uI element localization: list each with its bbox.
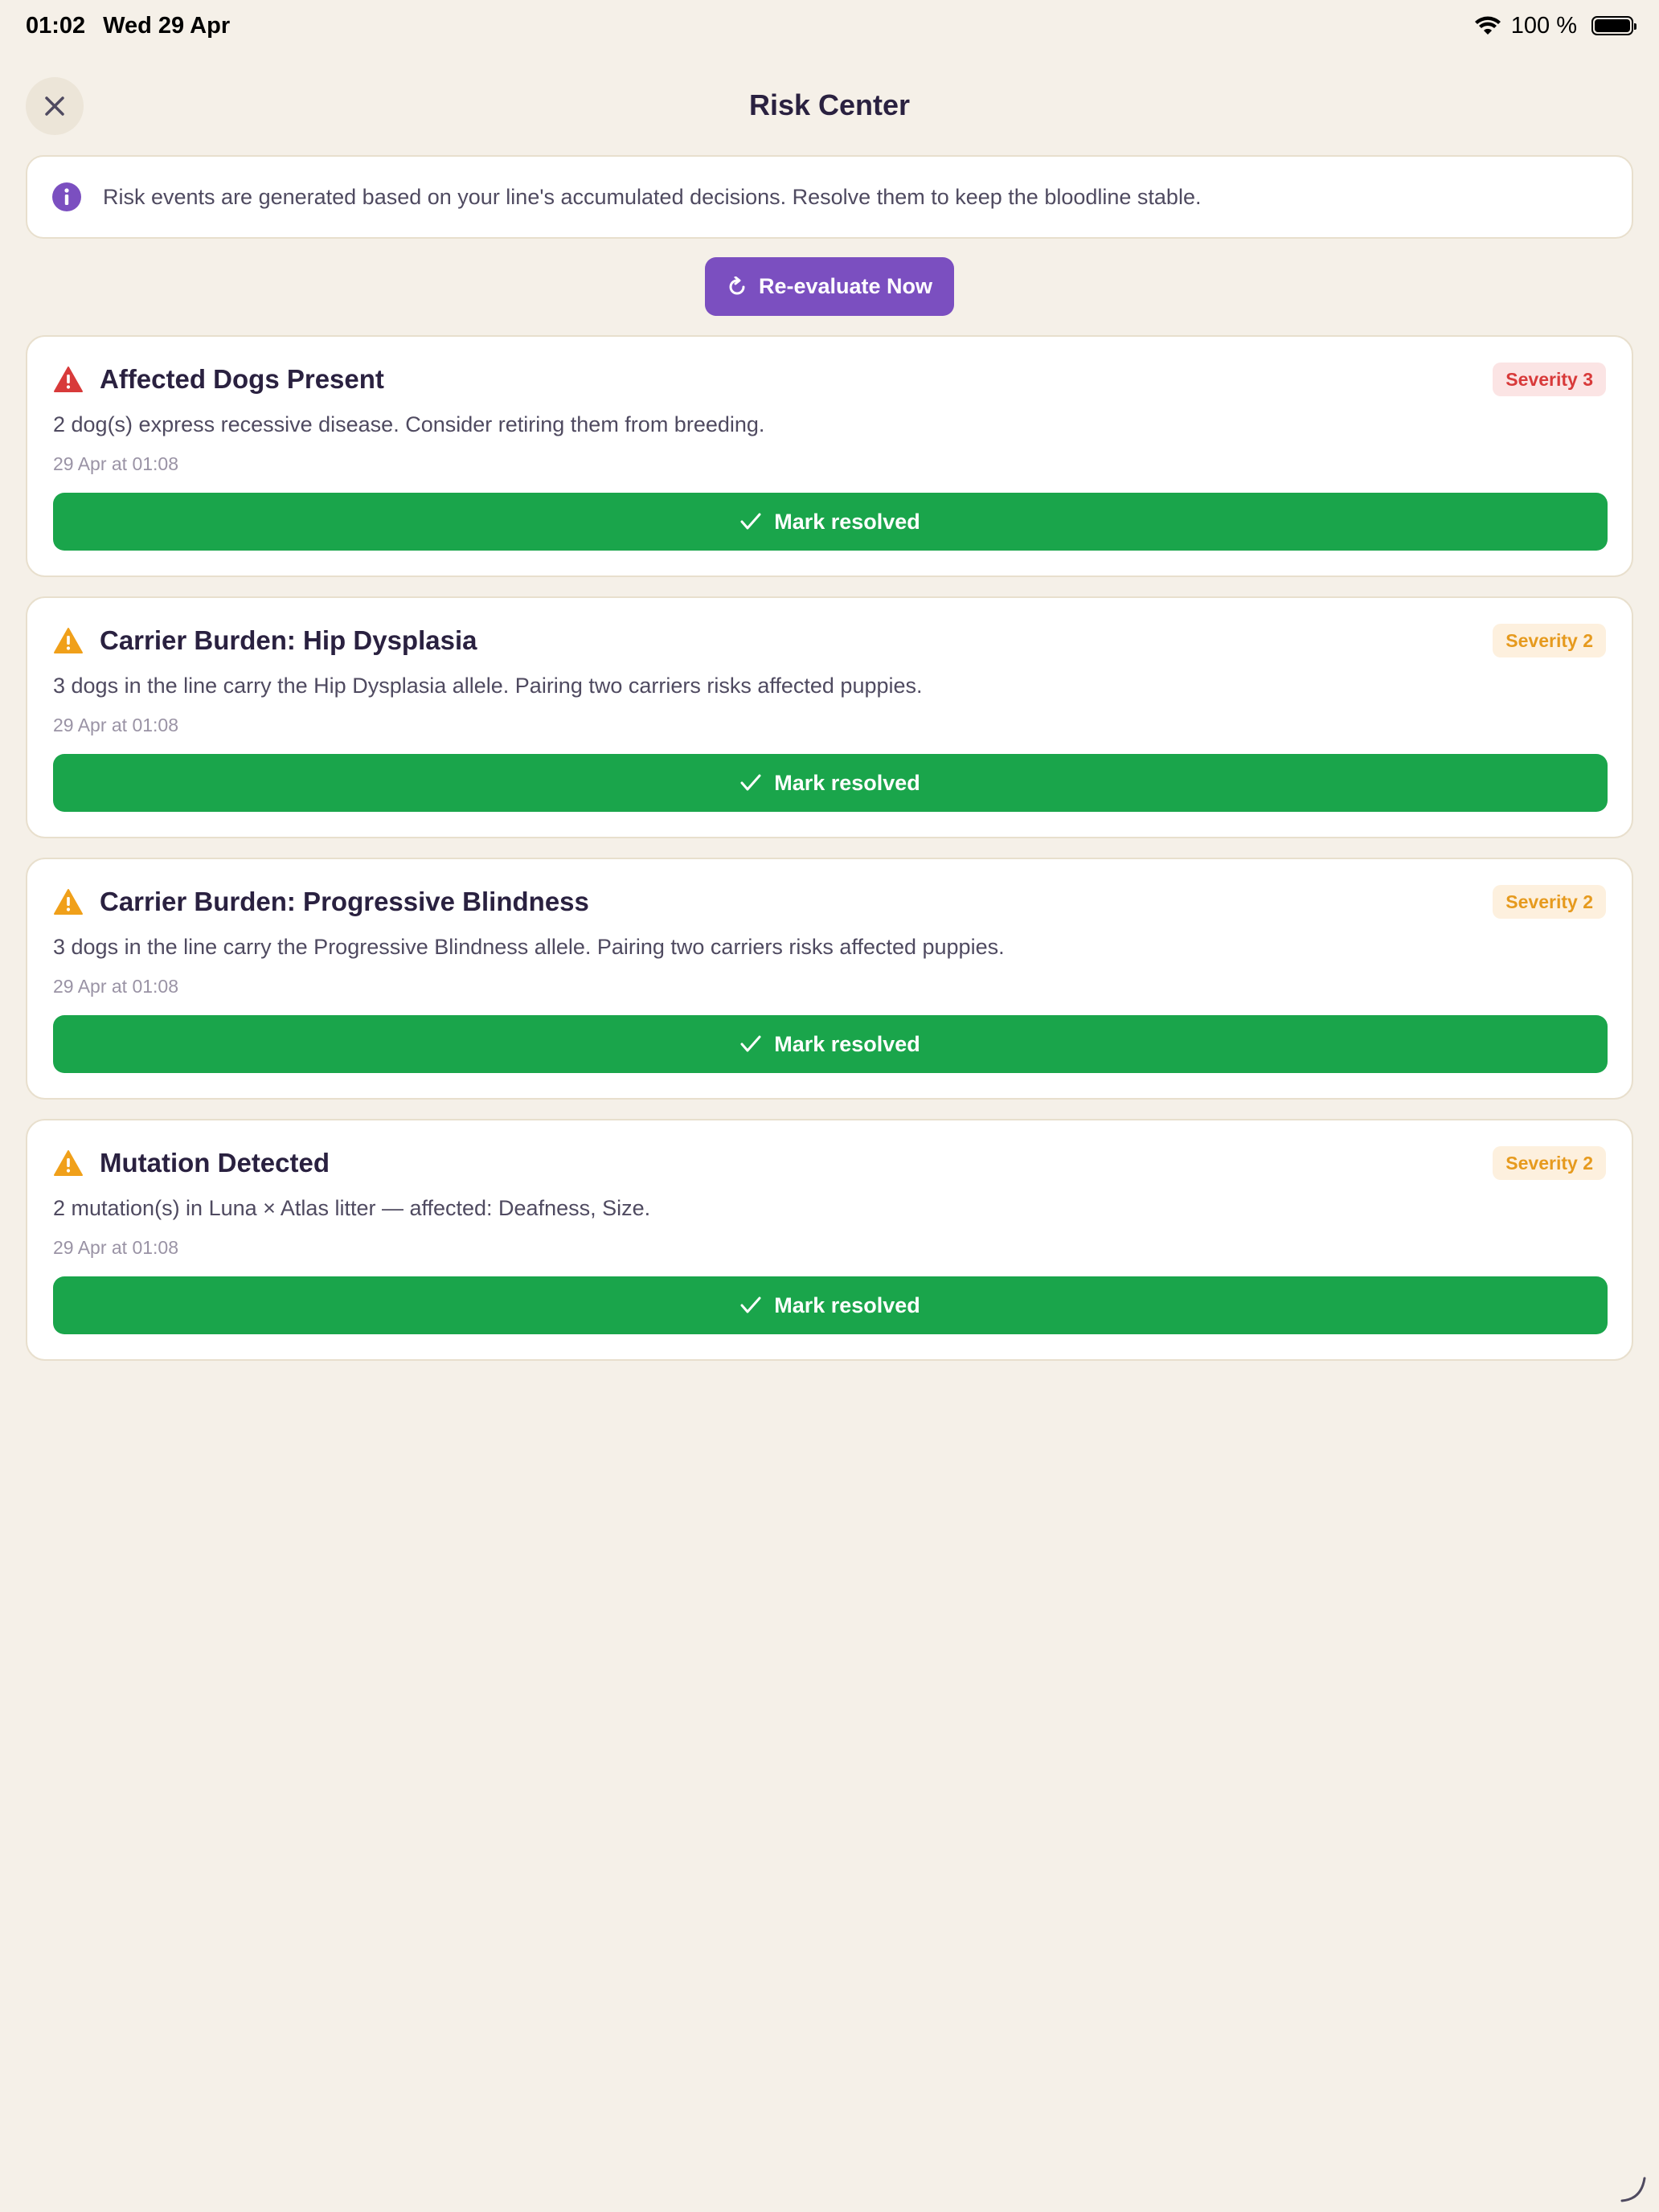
severity-badge: Severity 3 <box>1493 363 1606 396</box>
mark-resolved-button[interactable]: Mark resolved <box>53 754 1608 812</box>
severity-badge: Severity 2 <box>1493 885 1606 919</box>
mark-resolved-button[interactable]: Mark resolved <box>53 1015 1608 1073</box>
mark-resolved-label: Mark resolved <box>774 1292 920 1317</box>
event-description: 2 mutation(s) in Luna × Atlas litter — a… <box>53 1196 651 1220</box>
mark-resolved-button[interactable]: Mark resolved <box>53 493 1608 551</box>
event-description: 3 dogs in the line carry the Hip Dysplas… <box>53 674 923 698</box>
mark-resolved-label: Mark resolved <box>774 1031 920 1056</box>
mark-resolved-label: Mark resolved <box>774 770 920 795</box>
warning-triangle-icon <box>54 1150 83 1176</box>
wifi-icon <box>1474 16 1501 35</box>
checkmark-icon <box>740 774 761 791</box>
risk-event-card: Mutation Detected Severity 2 2 mutation(… <box>26 1119 1633 1361</box>
checkmark-icon <box>740 513 761 530</box>
severity-badge: Severity 2 <box>1493 624 1606 657</box>
event-description: 3 dogs in the line carry the Progressive… <box>53 935 1005 959</box>
event-title: Affected Dogs Present <box>100 364 384 394</box>
risk-event-card: Carrier Burden: Hip Dysplasia Severity 2… <box>26 596 1633 838</box>
status-time: 01:02 <box>26 12 86 39</box>
event-title: Carrier Burden: Progressive Blindness <box>100 887 589 916</box>
warning-triangle-icon <box>54 889 83 915</box>
warning-triangle-icon <box>54 628 83 653</box>
risk-event-card: Affected Dogs Present Severity 3 2 dog(s… <box>26 335 1633 577</box>
mark-resolved-label: Mark resolved <box>774 509 920 534</box>
battery-percent: 100 % <box>1510 12 1577 39</box>
status-right: 100 % <box>1474 12 1636 39</box>
event-description: 2 dog(s) express recessive disease. Cons… <box>53 412 765 436</box>
event-timestamp: 29 Apr at 01:08 <box>53 976 179 997</box>
severity-badge: Severity 2 <box>1493 1146 1606 1180</box>
status-date: Wed 29 Apr <box>103 12 231 39</box>
risk-event-card: Carrier Burden: Progressive Blindness Se… <box>26 858 1633 1100</box>
event-title: Carrier Burden: Hip Dysplasia <box>100 625 477 655</box>
info-icon <box>52 182 81 211</box>
warning-triangle-icon <box>54 367 83 392</box>
checkmark-icon <box>740 1035 761 1052</box>
status-bar: 01:02 Wed 29 Apr 100 % <box>0 0 1659 51</box>
mark-resolved-button[interactable]: Mark resolved <box>53 1276 1608 1334</box>
event-timestamp: 29 Apr at 01:08 <box>53 715 179 735</box>
event-timestamp: 29 Apr at 01:08 <box>53 1237 179 1258</box>
info-text: Risk events are generated based on your … <box>103 184 1202 209</box>
refresh-icon <box>729 276 745 294</box>
event-title: Mutation Detected <box>100 1148 330 1178</box>
reevaluate-label: Re-evaluate Now <box>758 274 933 298</box>
page-title: Risk Center <box>748 88 911 121</box>
checkmark-icon <box>740 1296 761 1313</box>
battery-icon <box>1591 16 1636 35</box>
reevaluate-button[interactable]: Re-evaluate Now <box>705 257 954 316</box>
info-banner: Risk events are generated based on your … <box>26 155 1633 239</box>
event-timestamp: 29 Apr at 01:08 <box>53 453 179 474</box>
header: Risk Center <box>0 77 1659 135</box>
resize-handle-icon <box>1620 2177 1646 2202</box>
